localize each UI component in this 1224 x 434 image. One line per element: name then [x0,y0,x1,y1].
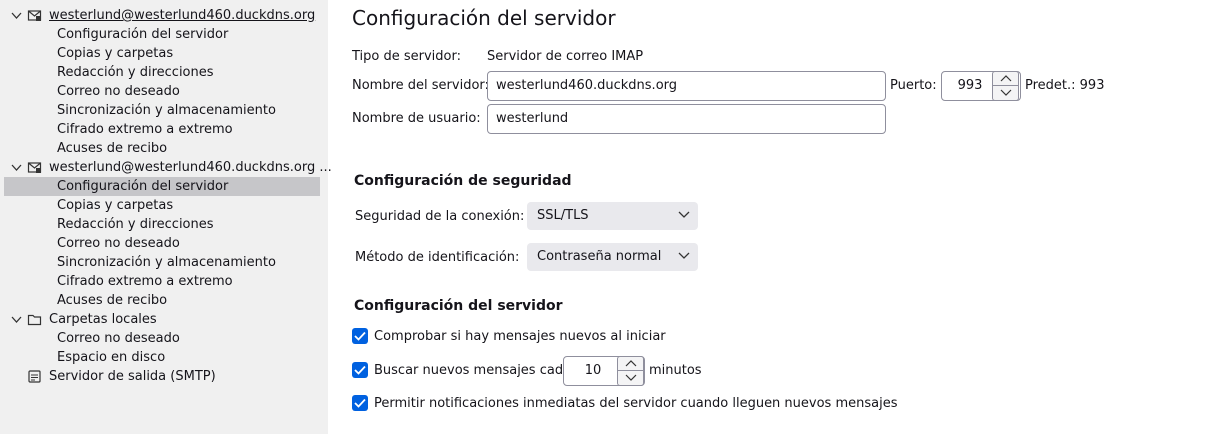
minutes-label: minutos [649,363,702,378]
chevron-down-icon[interactable] [10,313,23,326]
tree-item-junk[interactable]: Correo no deseado [4,329,320,348]
account-label[interactable]: westerlund@westerlund460.duckdns.org [49,6,315,25]
chevron-down-icon[interactable] [10,9,23,22]
tree-item-label: Copias y carpetas [57,198,174,213]
local-folders-label[interactable]: Carpetas locales [49,310,157,329]
username-input[interactable]: westerlund [487,104,886,134]
tree-item-label: Acuses de recibo [57,293,168,308]
check-every-label[interactable]: Buscar nuevos mensajes cada [374,363,571,378]
check-every-checkbox[interactable] [352,362,368,378]
tree-item-label: Sincronización y almacenamiento [57,103,276,118]
mail-account-icon [27,162,42,173]
page-title: Configuración del servidor [352,6,616,30]
port-increment-button[interactable] [993,72,1018,86]
port-default-label: Predet.: 993 [1025,78,1105,93]
check-interval-decrement-button[interactable] [618,371,643,385]
push-notifications-checkbox[interactable] [352,395,368,411]
checkmark-icon [354,331,366,341]
tree-item-e2e[interactable]: Cifrado extremo a extremo [4,272,320,291]
chevron-down-icon[interactable] [10,161,23,174]
tree-item-label: Cifrado extremo a extremo [57,122,233,137]
tree-item-label: Correo no deseado [57,84,180,99]
tree-item-sync[interactable]: Sincronización y almacenamiento [4,253,320,272]
tree-item-e2e[interactable]: Cifrado extremo a extremo [4,120,320,139]
account-row-1[interactable]: westerlund@westerlund460.duckdns.org [4,6,320,25]
account-label[interactable]: westerlund@westerlund460.duckdns.org ... [49,158,332,177]
tree-item-label: Cifrado extremo a extremo [57,274,233,289]
tree-item-composition[interactable]: Redacción y direcciones [4,63,320,82]
tree-item-receipts[interactable]: Acuses de recibo [4,291,320,310]
tree-item-receipts[interactable]: Acuses de recibo [4,139,320,158]
outgoing-server-icon [28,370,41,383]
mail-account-icon [27,10,42,21]
username-label: Nombre de usuario: [352,111,481,126]
tree-item-copies-folders[interactable]: Copias y carpetas [4,196,320,215]
tree-item-label: Configuración del servidor [57,27,229,42]
folder-icon [27,314,42,326]
auth-method-select[interactable]: Contraseña normal [527,243,698,271]
tree-item-label: Copias y carpetas [57,46,174,61]
chevron-down-icon [678,252,690,259]
tree-item-copies-folders[interactable]: Copias y carpetas [4,44,320,63]
port-stepper[interactable] [992,71,1019,101]
server-settings-section-title: Configuración del servidor [354,298,563,314]
smtp-row[interactable]: Servidor de salida (SMTP) [4,367,320,386]
server-type-label: Tipo de servidor: [352,49,461,64]
connection-security-label: Seguridad de la conexión: [355,209,525,224]
local-folders-row[interactable]: Carpetas locales [4,310,320,329]
auth-method-value: Contraseña normal [537,249,662,264]
checkmark-icon [354,398,366,408]
check-interval-increment-button[interactable] [618,357,643,371]
tree-item-disk-space[interactable]: Espacio en disco [4,348,320,367]
check-startup-label[interactable]: Comprobar si hay mensajes nuevos al inic… [374,329,666,344]
port-decrement-button[interactable] [993,86,1018,100]
checkmark-icon [354,365,366,375]
chevron-down-icon [678,211,690,218]
chevron-up-icon [625,360,637,367]
tree-item-label: Correo no deseado [57,331,180,346]
tree-item-sync[interactable]: Sincronización y almacenamiento [4,101,320,120]
push-notifications-label[interactable]: Permitir notificaciones inmediatas del s… [374,396,898,411]
security-section-title: Configuración de seguridad [354,173,572,189]
tree-item-label: Sincronización y almacenamiento [57,255,276,270]
smtp-label[interactable]: Servidor de salida (SMTP) [49,367,216,386]
connection-security-value: SSL/TLS [537,208,589,223]
tree-item-junk[interactable]: Correo no deseado [4,234,320,253]
tree-item-label: Correo no deseado [57,236,180,251]
tree-item-label: Espacio en disco [57,350,166,365]
tree-item-label: Configuración del servidor [57,179,229,194]
tree-item-label: Redacción y direcciones [57,65,214,80]
account-row-2[interactable]: westerlund@westerlund460.duckdns.org ... [4,158,332,177]
chevron-down-icon [625,374,637,381]
server-name-label: Nombre del servidor: [352,78,489,93]
settings-panel: Configuración del servidor Tipo de servi… [328,0,1224,434]
tree-item-server-settings[interactable]: Configuración del servidor [4,25,320,44]
connection-security-select[interactable]: SSL/TLS [527,202,698,230]
server-name-input[interactable]: westerlund460.duckdns.org [487,71,886,101]
auth-method-label: Método de identificación: [355,250,520,265]
check-startup-checkbox[interactable] [352,328,368,344]
chevron-up-icon [1000,75,1012,82]
chevron-down-icon [1000,89,1012,96]
tree-item-composition[interactable]: Redacción y direcciones [4,215,320,234]
port-label: Puerto: [890,78,937,93]
tree-item-server-settings-selected[interactable]: Configuración del servidor [4,177,320,196]
tree-item-junk[interactable]: Correo no deseado [4,82,320,101]
account-tree: westerlund@westerlund460.duckdns.org Con… [0,0,332,434]
server-type-value: Servidor de correo IMAP [487,49,644,64]
tree-item-label: Acuses de recibo [57,141,168,156]
check-interval-stepper[interactable] [617,356,644,386]
tree-item-label: Redacción y direcciones [57,217,214,232]
